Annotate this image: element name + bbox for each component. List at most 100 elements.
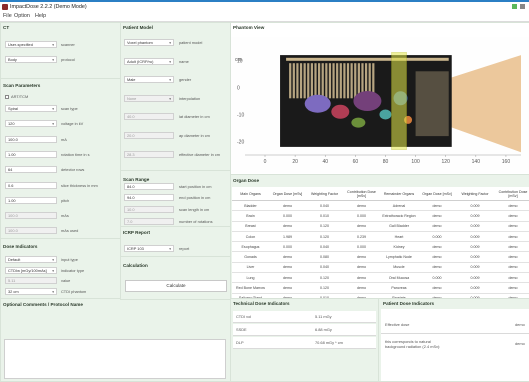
number-of-rotations-label: number of rotations — [179, 218, 213, 224]
organ-dose-header: Weighting Factor — [456, 187, 494, 201]
scan-type-select[interactable]: Spiral ▾ — [5, 105, 57, 112]
table-cell: demo — [343, 272, 380, 284]
name-select[interactable]: Adult (ICRP/ru) ▾ — [124, 57, 174, 65]
table-cell: 0.120 — [306, 272, 343, 284]
end-position-in-cm-label: end position in cm — [179, 195, 211, 201]
table-cell: Lymphatic Node — [380, 251, 418, 263]
table-cell: 0.000 — [343, 241, 380, 253]
calculate-button[interactable]: Calculate — [125, 280, 227, 292]
patient-model-select[interactable]: Voxel phantom ▾ — [124, 39, 174, 46]
organ-dose-header: Weighting Factor — [306, 187, 343, 201]
scanner-select[interactable]: User-specified ▾ — [5, 41, 57, 48]
scan-range-highlight — [391, 52, 407, 150]
table-cell: Breast — [232, 221, 269, 232]
table-cell: Gonads — [232, 251, 269, 263]
x-tick-label: 60 — [353, 159, 359, 165]
table-cell: Adrenal — [380, 200, 418, 212]
table-cell: demo — [494, 221, 529, 232]
interpolation-select: None ▾ — [124, 94, 174, 102]
table-cell: 0.120 — [306, 231, 343, 243]
spine — [286, 57, 449, 61]
voltage-in-kv-select[interactable]: 120 ▾ — [5, 120, 57, 128]
interpolation-label: interpolation — [179, 95, 201, 101]
table-cell: demo — [494, 282, 529, 294]
table-cell: Colon — [232, 231, 269, 243]
organ-dose-header: Organ Dose [mSv] — [418, 187, 456, 201]
input-type-label: input type — [61, 257, 78, 262]
bone-segment — [321, 63, 324, 99]
mas-used-label: mAs used — [61, 228, 79, 234]
table-cell: Esophagus — [232, 241, 269, 253]
phantom-view-panel: Phantom View cm 10 0 -10 -20 0 20 40 60 80 100 120 1… — [230, 22, 529, 176]
bone-segment — [318, 63, 321, 99]
scan-parameters-panel: Scan Parameters ART/TCM Spiral ▾ scan type… — [0, 78, 122, 240]
table-cell: demo — [494, 200, 529, 212]
table-cell: demo — [269, 262, 306, 274]
table-cell: 1.989 — [269, 231, 306, 243]
y-tick-label: 0 — [237, 86, 240, 92]
input-type-select[interactable]: Default ▾ — [5, 256, 57, 263]
menu-option[interactable]: Option — [14, 12, 30, 21]
gender-select[interactable]: Male ▾ — [124, 76, 174, 84]
ma-input[interactable]: 100.0 — [5, 135, 57, 143]
table-cell: 0.009 — [456, 210, 494, 222]
table-row: Liver demo 0.040 demo Muscle demo 0.009 demo — [232, 262, 529, 274]
chevron-down-icon: ▾ — [169, 96, 171, 101]
indicator-type-label: indicator type — [61, 267, 85, 273]
maximize-icon[interactable] — [512, 4, 517, 9]
bone-segment — [332, 63, 335, 99]
icrp-report-select[interactable]: ICRP 103 ▾ — [124, 245, 174, 252]
chevron-down-icon: ▾ — [52, 122, 54, 127]
heart-shape — [331, 104, 350, 119]
organ-dose-header: Contribution Dose [mSv] — [343, 187, 380, 201]
icrp-panel: ICRP Report ICRP 103 ▾ report — [120, 226, 232, 258]
scanner-label: scanner — [61, 42, 75, 47]
x-tick-label: 40 — [322, 159, 328, 165]
chevron-down-icon: ▾ — [169, 59, 171, 64]
table-cell: 0.000 — [269, 241, 306, 253]
rotation-time-in-s-label: rotation time in s — [61, 151, 90, 157]
organ-dose-header: Main Organs — [232, 187, 269, 201]
start-position-in-cm-input[interactable]: 84.0 — [124, 182, 174, 190]
table-cell: 0.239 — [343, 231, 380, 243]
table-cell: Lung — [232, 272, 269, 284]
comments-title: Optional Comments / Protocol Name — [3, 302, 83, 307]
comments-textarea[interactable] — [4, 339, 226, 379]
ma-label: mA — [61, 136, 67, 142]
table-cell: demo — [269, 272, 306, 284]
ctdi-phantom-select[interactable]: 32 cm ▾ — [5, 288, 57, 296]
end-position-in-cm-input[interactable]: 94.0 — [124, 194, 174, 202]
table-cell: 0.009 — [456, 262, 494, 274]
title-bar: ImpactDose 2.2.2 (Demo Mode) — [0, 2, 529, 12]
scan-length-in-cm-input: 10.0 — [124, 206, 174, 214]
table-cell: Liver — [232, 262, 269, 274]
mas-input: 100.0 — [5, 212, 57, 220]
artctm-checkbox[interactable] — [5, 95, 9, 99]
indicator-type-select[interactable]: CTDIw [mGy/100mAs] ▾ — [5, 266, 57, 274]
protocol-select[interactable]: Body ▾ — [5, 56, 57, 63]
slice-thickness-in-mm-input[interactable]: 0.6 — [5, 181, 57, 189]
start-position-in-cm-label: start position in cm — [179, 183, 212, 189]
effective-dose-label: Effective dose — [385, 322, 410, 327]
patient-model-title: Patient Model — [123, 25, 153, 30]
table-cell: Extrathoracic Region — [380, 210, 418, 222]
organ-dose-table: Main Organs Organ Dose [mSv] Weighting Fac… — [232, 187, 529, 315]
table-cell: Oral Mucosa — [380, 272, 418, 284]
bone-segment — [328, 63, 332, 99]
close-icon[interactable] — [520, 4, 525, 9]
phantom-view-canvas[interactable]: cm100-10-200 20 40 60 80 100 120 140 160 — [231, 37, 529, 173]
table-cell: 0.040 — [306, 241, 343, 253]
table-row: Colon 1.989 0.120 0.239 Heart 0.000 0.009 demo — [232, 231, 529, 243]
bone-segment — [292, 63, 295, 99]
chevron-down-icon: ▾ — [169, 41, 171, 45]
detector-rows-input[interactable]: 64 — [5, 166, 57, 174]
rotation-time-in-s-input[interactable]: 1.00 — [5, 150, 57, 158]
ap-diameter-in-cm-input: 20.0 — [124, 132, 174, 139]
technical-dose-row: SSDE 6.88 mGy — [233, 324, 376, 336]
pitch-input[interactable]: 1.00 — [5, 196, 57, 204]
bone-segment — [343, 63, 346, 99]
menu-file[interactable]: File — [3, 12, 12, 21]
table-cell: demo — [418, 221, 456, 232]
menu-help[interactable]: Help — [35, 12, 46, 21]
table-cell: Brain — [232, 210, 269, 222]
